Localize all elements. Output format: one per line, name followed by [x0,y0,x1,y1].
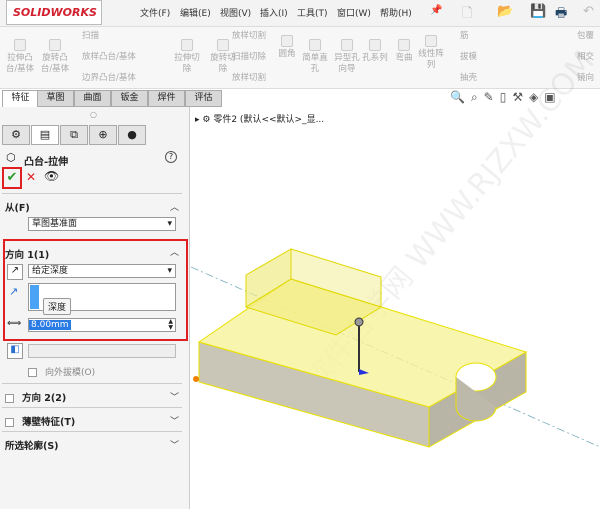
save-icon[interactable]: 💾 [530,4,546,19]
collapse-chevron-icon[interactable]: ︿ [170,245,179,258]
menu-file[interactable]: 文件(F) [140,6,170,19]
draft-button[interactable]: 拔模 [460,52,477,63]
tab-evaluate[interactable]: 评估 [185,90,222,107]
boundary-boss-button[interactable]: 边界凸台/基体 [82,73,136,84]
revolve-icon [49,39,61,51]
rib-button[interactable]: 筋 [460,31,469,42]
draft-toggle-button[interactable]: ◧ [7,343,23,359]
depth-spinner[interactable]: ▲ ▼ [168,319,173,331]
linear-pattern-button[interactable]: 线性阵 列 [416,35,446,71]
menu-insert[interactable]: 插入(I) [260,6,288,19]
menu-window[interactable]: 窗口(W) [337,6,371,19]
hole-wizard-icon [341,39,353,51]
divider [2,407,182,408]
draft-angle-input[interactable] [28,344,176,358]
extrude-boss-button[interactable]: 拉伸凸 台/基体 [5,39,35,75]
new-file-icon[interactable]: 🗋 [462,4,472,26]
shell-button[interactable]: 抽壳 [460,73,477,84]
extrude-cut-icon [181,39,193,51]
hole-series-button[interactable]: 孔系列 [360,39,390,64]
simple-hole-button[interactable]: 简单直 孔 [300,39,330,75]
depth-dimension-icon: ⟺ [7,318,22,329]
display-manager-tab-icon[interactable]: ● [118,125,146,145]
tab-surface[interactable]: 曲面 [74,90,111,107]
loft-cut-button[interactable]: 放样切割 [232,31,266,42]
depth-input[interactable]: 8.00mm ▲ ▼ [28,318,176,332]
tab-sketch[interactable]: 草图 [37,90,74,107]
extrude-cut-button[interactable]: 拉伸切 除 [172,39,202,75]
tab-features[interactable]: 特征 [2,90,39,107]
config-manager-tab-icon[interactable]: ⧉ [60,125,88,145]
ok-button[interactable]: ✔ [2,167,22,189]
loft-boss-button[interactable]: 放样凸台/基体 [82,52,136,63]
extrude-icon: ⬡ [6,151,16,164]
loft-cut-2-button[interactable]: 放样切割 [232,73,266,84]
tab-sheet-metal[interactable]: 钣金 [111,90,148,107]
hole-wizard-button[interactable]: 异型孔 向导 [332,39,362,75]
print-icon[interactable]: 🖶 [555,4,567,26]
divider [2,383,182,384]
feature-ribbon: 拉伸凸 台/基体 旋转凸 台/基体 扫描 放样凸台/基体 边界凸台/基体 拉伸切… [0,27,600,89]
revolve-cut-icon [217,39,229,51]
revolve-boss-button[interactable]: 旋转凸 台/基体 [40,39,70,75]
draft-outward-checkbox[interactable]: 向外拔模(O) [28,365,95,378]
divider [2,193,182,194]
property-manager: ○ ⚙ ▤ ⧉ ⊕ ● ⬡ 凸台-拉伸 ? ✔ ✕ 👁 从(F) ︿ 草图基准面… [0,107,190,509]
tab-weldments[interactable]: 焊件 [148,90,185,107]
part-model [191,248,600,448]
sweep-button[interactable]: 扫描 [82,31,99,42]
depth-tooltip: 深度 [43,298,72,315]
graphics-viewport[interactable]: ▸ ⚙ 零件2 (默认<<默认>_显... 软件自学网 WWW.RJZXW.CO… [191,45,600,509]
menu-view[interactable]: 视图(V) [220,6,251,19]
fillet-button[interactable]: 圆角 [275,35,299,60]
extrude-icon [14,39,26,51]
end-condition-dropdown[interactable]: 给定深度 [28,264,176,278]
direction2-checkbox[interactable] [5,394,14,403]
expand-chevron-icon[interactable]: ﹀ [170,438,179,451]
title-bar: SOLIDWORKS 文件(F) 编辑(E) 视图(V) 插入(I) 工具(T)… [0,0,600,27]
hole-icon [309,39,321,51]
expand-chevron-icon[interactable]: ﹀ [170,414,179,427]
preview-eye-icon[interactable]: 👁 [44,169,59,183]
linear-pattern-icon [425,35,437,47]
direction2-section[interactable]: 方向 2(2) [5,390,66,404]
direction1-section-label[interactable]: 方向 1(1) [5,247,49,261]
from-section-label[interactable]: 从(F) [5,200,30,214]
from-dropdown[interactable]: 草图基准面 [28,217,176,231]
panel-title: 凸台-拉伸 [24,157,69,168]
wrap-button[interactable]: 包覆 [577,31,594,42]
sweep-cut-button[interactable]: 扫描切除 [232,52,266,63]
open-file-icon[interactable]: 📂 [497,4,513,19]
menu-tools[interactable]: 工具(T) [297,6,328,19]
menu-edit[interactable]: 编辑(E) [180,6,211,19]
flex-button[interactable]: 弯曲 [392,39,416,64]
solidworks-logo[interactable]: SOLIDWORKS [6,0,102,25]
collapse-chevron-icon[interactable]: ︿ [170,200,179,213]
thin-feature-section[interactable]: 薄壁特征(T) [5,414,75,428]
pin-icon[interactable]: 📌 [430,5,442,16]
origin-point [193,376,199,382]
dimxpert-tab-icon[interactable]: ⊕ [89,125,117,145]
expand-chevron-icon[interactable]: ﹀ [170,390,179,403]
selected-contours-section[interactable]: 所选轮廓(S) [5,438,59,452]
direction-arrow-icon: ↗ [9,285,19,298]
property-manager-tab-icon[interactable]: ▤ [31,125,59,145]
command-tabs: 特征 草图 曲面 钣金 焊件 评估 🔍⌕✎▯⚒◈▣ [0,89,600,107]
feature-tree-tab-icon[interactable]: ⚙ [2,125,30,145]
cancel-button[interactable]: ✕ [26,170,36,184]
hole-series-icon [369,39,381,51]
thin-feature-checkbox[interactable] [5,418,14,427]
divider [2,431,182,432]
reverse-direction-button[interactable]: ↗ [7,264,23,280]
flex-icon [398,39,410,51]
fillet-icon [281,35,293,47]
undo-icon[interactable]: ↶ [583,4,594,19]
selection-indicator [30,285,39,309]
help-icon[interactable]: ? [165,151,177,163]
menu-help[interactable]: 帮助(H) [380,6,412,19]
panel-grip[interactable]: ○ [90,110,97,119]
